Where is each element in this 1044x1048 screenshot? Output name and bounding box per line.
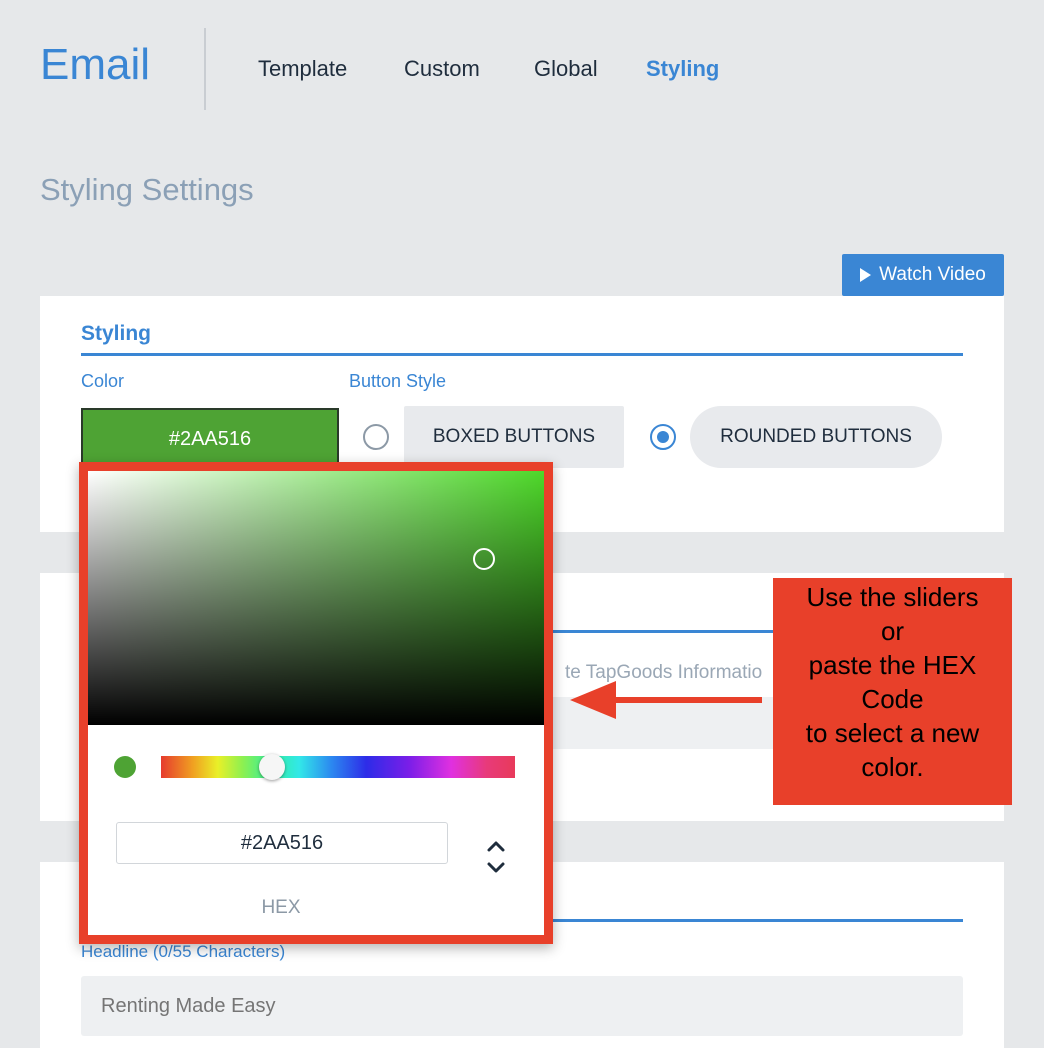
section-heading: Styling Settings	[40, 172, 254, 207]
play-icon	[860, 268, 872, 282]
tab-styling[interactable]: Styling	[646, 56, 719, 82]
radio-rounded-buttons[interactable]	[650, 424, 676, 450]
tab-custom[interactable]: Custom	[404, 56, 480, 82]
callout-line: Code	[861, 684, 924, 714]
tab-global[interactable]: Global	[534, 56, 598, 82]
card-title-rule	[81, 353, 963, 356]
watch-video-label: Watch Video	[879, 264, 986, 285]
hue-slider-handle[interactable]	[259, 754, 285, 780]
callout-line: paste the HEX	[808, 650, 977, 680]
annotation-callout: Use the sliders or paste the HEX Code to…	[773, 578, 1012, 805]
color-picker-popup: HEX	[79, 462, 553, 944]
button-style-label: Button Style	[349, 371, 447, 391]
hex-input[interactable]	[116, 822, 448, 864]
styling-card-title: Styling	[81, 322, 152, 345]
hue-slider[interactable]	[161, 756, 515, 778]
header-divider	[204, 28, 206, 110]
arrow-left-icon	[612, 697, 762, 703]
saturation-area[interactable]	[88, 471, 544, 725]
saturation-handle[interactable]	[473, 548, 495, 570]
chevron-up-down-icon[interactable]	[481, 835, 511, 879]
boxed-buttons-option[interactable]: BOXED BUTTONS	[404, 406, 624, 468]
arrow-head	[570, 681, 616, 719]
color-mode-label: HEX	[261, 897, 301, 918]
app-title: Email	[40, 40, 151, 89]
callout-line: color.	[861, 752, 924, 782]
color-swatch[interactable]: #2AA516	[81, 408, 339, 470]
headline-input[interactable]	[81, 976, 963, 1036]
watch-video-button[interactable]: Watch Video	[842, 254, 1004, 296]
rounded-buttons-option[interactable]: ROUNDED BUTTONS	[690, 406, 942, 468]
callout-line: to select a new	[805, 718, 980, 748]
color-preview-dot	[114, 756, 136, 778]
radio-boxed-buttons[interactable]	[363, 424, 389, 450]
callout-line: or	[880, 616, 905, 646]
headline-label: Headline (0/55 Characters)	[81, 942, 286, 961]
color-label: Color	[81, 371, 125, 391]
callout-line: Use the sliders	[806, 582, 979, 612]
tab-template[interactable]: Template	[258, 56, 347, 82]
